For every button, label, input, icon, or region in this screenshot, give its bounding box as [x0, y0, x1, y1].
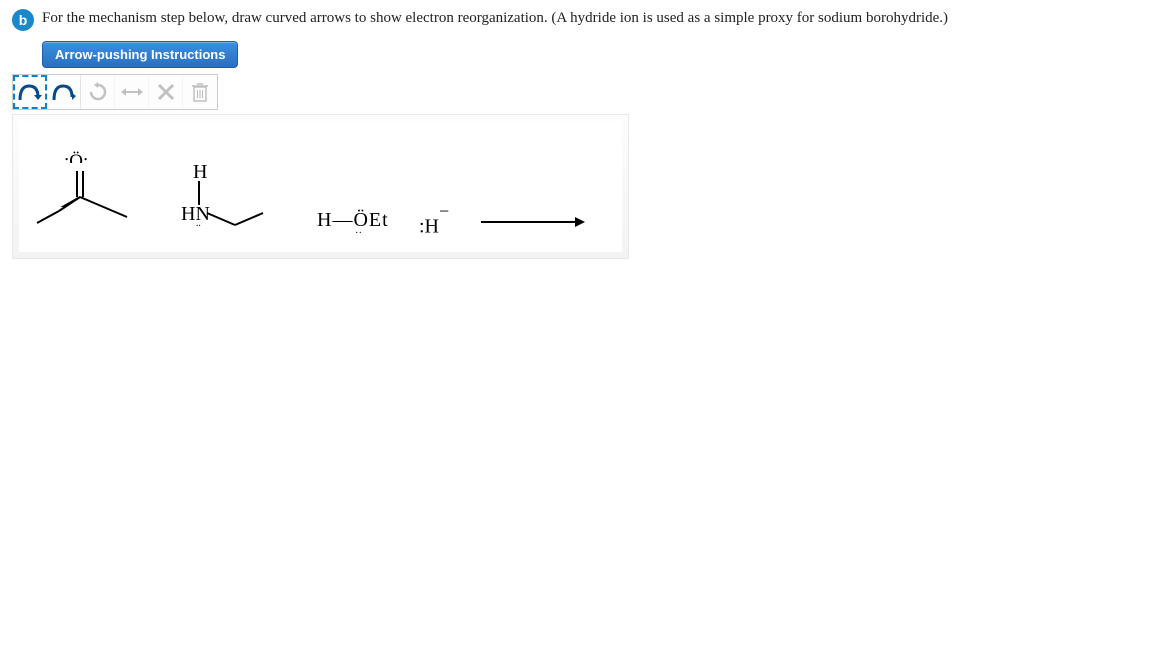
question-prompt: For the mechanism step below, draw curve…	[42, 8, 948, 29]
hoet-label: H—Ö..Et	[317, 209, 389, 232]
reaction-arrow	[479, 215, 589, 229]
single-curved-arrow-tool[interactable]	[47, 75, 81, 109]
resize-tool[interactable]	[115, 75, 149, 109]
aldehyde	[31, 163, 161, 233]
drawing-canvas[interactable]: :Ö:	[12, 114, 629, 259]
arrow-pushing-instructions-button[interactable]: Arrow-pushing Instructions	[42, 41, 238, 68]
double-curved-arrow-tool[interactable]	[13, 75, 47, 109]
trash-icon	[191, 81, 209, 103]
resize-arrows-icon	[120, 83, 144, 101]
delete-x-icon	[156, 82, 176, 102]
delete-tool[interactable]	[149, 75, 183, 109]
drawing-toolbar	[12, 74, 218, 110]
part-letter-badge: b	[12, 9, 34, 31]
hydride-label: :H−	[419, 209, 449, 239]
double-curved-arrow-icon	[17, 80, 43, 104]
single-curved-arrow-icon	[51, 80, 77, 104]
reload-icon	[87, 81, 109, 103]
canvas-inner: :Ö:	[19, 121, 622, 252]
reload-tool[interactable]	[81, 75, 115, 109]
trash-tool[interactable]	[183, 75, 217, 109]
amine-structure	[197, 179, 277, 229]
